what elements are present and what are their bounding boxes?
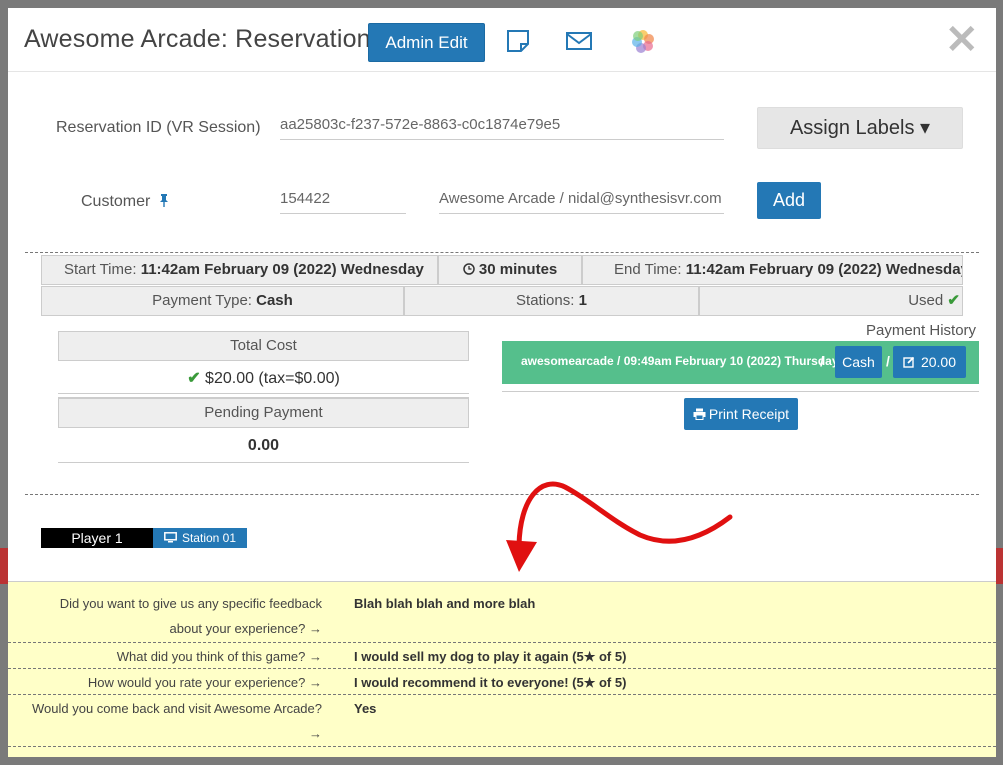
photos-icon[interactable] [630, 28, 656, 54]
payment-type-label: Payment Type: [152, 292, 257, 309]
modal-title: Awesome Arcade: Reservation [24, 25, 371, 53]
feedback-question-line: → [309, 726, 322, 741]
customer-email-field[interactable]: Awesome Arcade / nidal@synthesisvr.com [439, 184, 724, 214]
payment-amount-button[interactable]: 20.00 [893, 346, 966, 378]
feedback-row: Would you come back and visit Awesome Ar… [8, 695, 996, 747]
edit-icon [903, 356, 915, 368]
reservation-modal: Awesome Arcade: Reservation Admin Edit ✕… [8, 8, 996, 757]
feedback-answer: I would sell my dog to play it again (5★… [354, 649, 627, 664]
pending-payment-header: Pending Payment [58, 397, 469, 428]
assign-labels-button[interactable]: Assign Labels ▾ [757, 107, 963, 149]
end-time-cell: End Time: 11:42am February 09 (2022) Wed… [582, 255, 963, 285]
stations-value: 1 [578, 292, 587, 309]
reservation-id-label: Reservation ID (VR Session) [56, 119, 261, 136]
used-label: Used [908, 292, 944, 309]
feedback-question-line: about your experience? → [169, 621, 322, 636]
close-icon[interactable]: ✕ [945, 20, 979, 60]
duration-value: 30 minutes [478, 261, 558, 278]
feedback-question: What did you think of this game? → [116, 649, 322, 664]
stations-cell: Stations: 1 [404, 286, 699, 316]
feedback-answer: Yes [354, 701, 377, 716]
feedback-answer: I would recommend it to everyone! (5★ of… [354, 675, 627, 690]
start-time-cell: Start Time: 11:42am February 09 (2022) W… [41, 255, 438, 285]
feedback-row: Did you want to give us any specific fee… [8, 582, 996, 643]
feedback-row: How would you rate your experience? → I … [8, 669, 996, 695]
print-icon [693, 408, 706, 420]
duration-cell: 30 minutes [438, 255, 582, 285]
check-icon: ✔ [187, 370, 201, 387]
used-cell: Used ✔ [699, 286, 963, 316]
payment-history-rule [502, 391, 979, 392]
payment-separator: / [820, 353, 824, 369]
feedback-question-line: Would you come back and visit Awesome Ar… [31, 701, 322, 716]
payment-type-value: Cash [256, 292, 293, 309]
payment-type-cell: Payment Type: Cash [41, 286, 404, 316]
check-icon: ✔ [947, 292, 960, 309]
total-cost-header: Total Cost [58, 331, 469, 361]
pin-icon[interactable] [158, 193, 170, 207]
print-receipt-label: Print Receipt [708, 406, 790, 422]
end-time-value: 11:42am February 09 (2022) Wednesday [685, 261, 963, 278]
add-button[interactable]: Add [757, 182, 821, 219]
monitor-icon [164, 532, 177, 543]
feedback-row: What did you think of this game? → I wou… [8, 643, 996, 669]
pending-payment-value: 0.00 [58, 432, 469, 463]
total-cost-row: ✔ $20.00 (tax=$0.00) [58, 366, 469, 394]
player-badge: Player 1 [41, 528, 153, 548]
note-icon[interactable] [505, 28, 531, 54]
payment-history-title: Payment History [866, 322, 977, 339]
reservation-id-field[interactable]: aa25803c-f237-572e-8863-c0c1874e79e5 [280, 110, 724, 140]
total-cost-value: $20.00 (tax=$0.00) [205, 370, 340, 387]
print-receipt-button[interactable]: Print Receipt [684, 398, 798, 430]
payment-entry-text: awesomearcade / 09:49am February 10 (202… [521, 354, 839, 368]
end-time-label: End Time: [614, 261, 686, 278]
feedback-question: Did you want to give us any specific fee… [12, 591, 322, 641]
divider [25, 494, 979, 495]
payment-separator: / [886, 353, 890, 369]
station-badge: Station 01 [153, 528, 247, 548]
payment-method-button[interactable]: Cash [835, 346, 882, 378]
payment-amount-value: 20.00 [920, 354, 957, 370]
admin-edit-button[interactable]: Admin Edit [368, 23, 485, 62]
feedback-question: How would you rate your experience? → [87, 675, 322, 690]
start-time-value: 11:42am February 09 (2022) Wednesday [140, 261, 424, 278]
feedback-question: Would you come back and visit Awesome Ar… [12, 696, 322, 746]
payment-entry: awesomearcade / 09:49am February 10 (202… [502, 341, 979, 384]
station-label: Station 01 [181, 531, 237, 545]
customer-id-field[interactable]: 154422 [280, 184, 406, 214]
clock-icon [462, 263, 475, 275]
feedback-section: Did you want to give us any specific fee… [8, 581, 996, 757]
stations-label: Stations: [516, 292, 579, 309]
feedback-answer: Blah blah blah and more blah [354, 596, 536, 611]
customer-label-text: Customer [81, 193, 151, 210]
customer-label: Customer [81, 193, 170, 211]
mail-icon[interactable] [565, 28, 593, 54]
divider [25, 252, 979, 253]
feedback-question-line: Did you want to give us any specific fee… [59, 596, 322, 611]
start-time-label: Start Time: [64, 261, 141, 278]
modal-header: Awesome Arcade: Reservation Admin Edit ✕ [8, 8, 996, 72]
